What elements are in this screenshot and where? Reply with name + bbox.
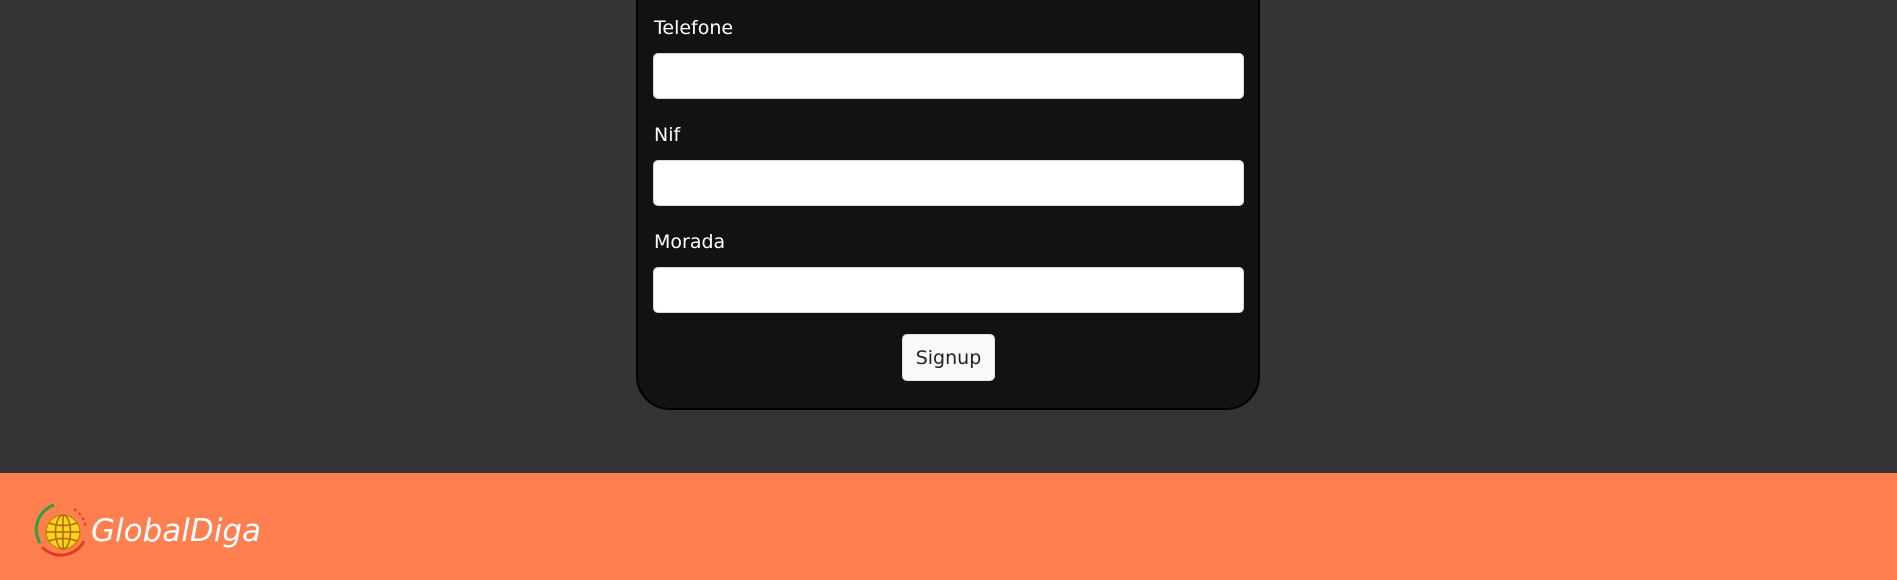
signup-button[interactable]: Signup (902, 334, 995, 381)
signup-page: Telefone Nif Morada Signup GlobalDiga (0, 0, 1897, 580)
brand-name[interactable]: GlobalDiga (91, 513, 261, 549)
telefone-input[interactable] (653, 53, 1244, 99)
morada-input[interactable] (653, 267, 1244, 313)
morada-label: Morada (654, 231, 726, 253)
footer: GlobalDiga (0, 473, 1897, 580)
telefone-label: Telefone (654, 17, 734, 39)
nif-input[interactable] (653, 160, 1244, 206)
globe-logo-icon[interactable] (34, 501, 90, 563)
signup-form-card: Telefone Nif Morada Signup (636, 0, 1260, 410)
nif-label: Nif (654, 124, 681, 146)
